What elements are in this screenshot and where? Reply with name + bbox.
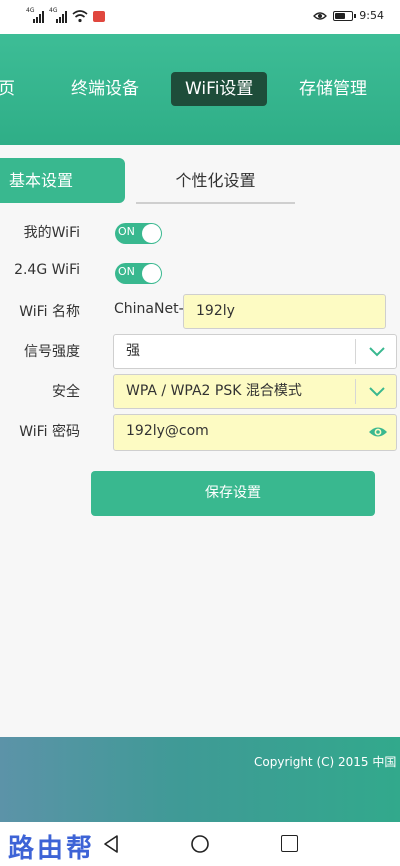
battery-icon [333, 10, 357, 21]
tab-basic-settings[interactable]: 基本设置 [0, 158, 125, 203]
wifi-name-input[interactable]: 192ly [183, 294, 386, 329]
signal-strength-select[interactable]: 强 [113, 334, 397, 369]
signal-strength-value: 强 [126, 343, 140, 359]
toggle-knob [142, 224, 161, 243]
nav-item-devices[interactable]: 终端设备 [71, 72, 139, 106]
clock: 9:54 [359, 9, 384, 22]
security-value: WPA / WPA2 PSK 混合模式 [126, 383, 302, 399]
tab-personalized-settings[interactable]: 个性化设置 [136, 158, 295, 204]
footer: Copyright (C) 2015 中国 [0, 737, 400, 822]
signal-icon: 4G [26, 7, 46, 23]
security-label: 安全 [52, 384, 80, 400]
signal-strength-label: 信号强度 [24, 344, 80, 360]
app-notification-icon [93, 10, 105, 22]
select-divider [355, 339, 356, 364]
wifi-name-label: WiFi 名称 [19, 304, 80, 320]
wifi-24g-label: 2.4G WiFi [14, 262, 80, 278]
signal-icon: 4G [49, 7, 69, 23]
toggle-state: ON [118, 225, 135, 238]
back-icon[interactable] [102, 834, 120, 854]
copyright-text: Copyright (C) 2015 中国 [254, 755, 397, 769]
security-select[interactable]: WPA / WPA2 PSK 混合模式 [113, 374, 397, 409]
header: 页 终端设备 WiFi设置 存储管理 [0, 34, 400, 145]
wifi-24g-toggle[interactable]: ON [115, 263, 162, 284]
watermark-logo: 路由帮 [8, 834, 96, 864]
eye-icon[interactable] [368, 424, 388, 440]
wifi-password-label: WiFi 密码 [19, 424, 80, 440]
nav-item-wifi-settings[interactable]: WiFi设置 [171, 72, 268, 106]
main-nav: 页 终端设备 WiFi设置 存储管理 [0, 72, 400, 106]
wifi-password-value: 192ly@com [126, 423, 209, 439]
toggle-knob [142, 264, 161, 283]
save-button[interactable]: 保存设置 [91, 471, 375, 516]
wifi-icon [72, 10, 88, 23]
nav-item-storage[interactable]: 存储管理 [299, 72, 367, 106]
toggle-state: ON [118, 265, 135, 278]
eye-comfort-icon [313, 11, 328, 20]
wifi-name-prefix: ChinaNet- [114, 301, 184, 317]
my-wifi-label: 我的WiFi [23, 225, 80, 241]
chevron-down-icon [369, 347, 385, 357]
home-icon[interactable] [190, 834, 210, 854]
nav-item-home[interactable]: 页 [0, 72, 15, 106]
my-wifi-toggle[interactable]: ON [115, 223, 162, 244]
wifi-password-input[interactable]: 192ly@com [113, 414, 397, 451]
sub-tabs: 基本设置 个性化设置 [0, 158, 400, 204]
select-divider [355, 379, 356, 404]
status-bar: 4G 4G 9:54 [0, 0, 400, 34]
wifi-name-value: 192ly [196, 303, 235, 319]
system-nav-bar: 路由帮 [0, 822, 400, 866]
recent-apps-icon[interactable] [281, 835, 298, 852]
chevron-down-icon [369, 387, 385, 397]
